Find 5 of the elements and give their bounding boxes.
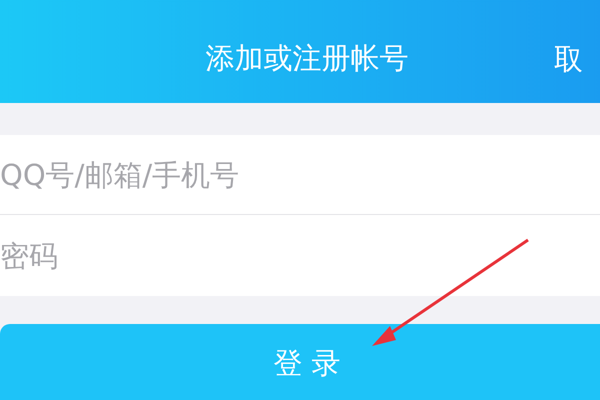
input-field[interactable]: QQ号/邮箱/手机号 xyxy=(0,135,600,215)
cancel-button[interactable]: 取 xyxy=(554,40,583,80)
login-button[interactable]: 登 录 xyxy=(0,324,600,400)
input-field[interactable]: 密码 xyxy=(0,215,600,296)
window-title: 添加或注册帐号 xyxy=(206,40,408,76)
